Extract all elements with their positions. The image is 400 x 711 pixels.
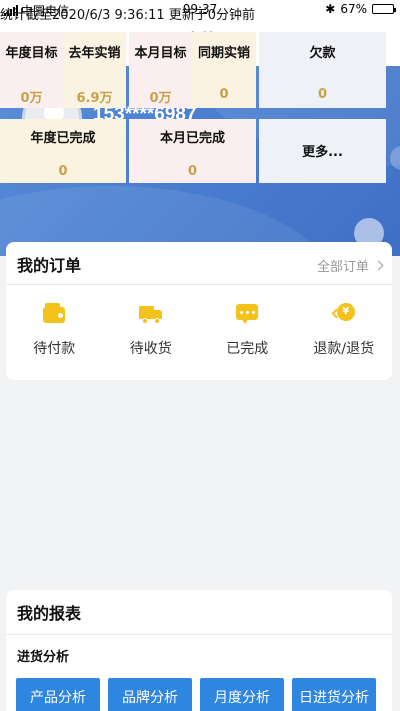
stat-value: 0 <box>58 164 68 179</box>
chevron-right-icon <box>373 260 384 271</box>
stat-value: 0万 <box>149 91 172 106</box>
divider <box>6 284 392 285</box>
daily-purchase-analysis-button[interactable]: 日进货分析 <box>292 678 376 711</box>
product-analysis-button[interactable]: 产品分析 <box>16 678 100 711</box>
stat-title: 本月目标 <box>134 46 187 61</box>
all-orders-label: 全部订单 <box>316 260 369 275</box>
battery-icon <box>372 4 396 14</box>
stat-cell-month-target[interactable]: 本月目标 0万 <box>129 32 192 108</box>
report-card: 我的报表 进货分析 产品分析 品牌分析 月度分析 日进货分析 <box>6 590 392 711</box>
more-stats-button[interactable]: 更多... <box>259 119 386 183</box>
stat-title: 欠款 <box>309 46 336 61</box>
chat-bubble-icon <box>236 302 259 328</box>
stat-title: 年度目标 <box>5 46 58 61</box>
status-right: ✱ 67% <box>325 2 396 16</box>
report-subtitle: 进货分析 <box>17 650 70 665</box>
stat-cell-last-year-sales[interactable]: 去年实销 6.9万 <box>63 32 126 108</box>
stat-title: 本月已完成 <box>159 131 225 146</box>
stat-value: 0 <box>187 164 198 179</box>
refund-icon: ¥ <box>331 302 355 328</box>
stat-value: 6.9万 <box>76 91 113 106</box>
stat-title: 同期实销 <box>197 46 250 61</box>
brand-analysis-button[interactable]: 品牌分析 <box>108 678 192 711</box>
wallet-icon <box>43 302 66 328</box>
stat-value: 0 <box>317 87 328 102</box>
stats-updated-caption: 统计截至2020/6/3 9:36:11 更新于0分钟前 <box>0 8 256 23</box>
divider <box>6 634 392 635</box>
monthly-analysis-button[interactable]: 月度分析 <box>200 678 284 711</box>
report-button-group: 产品分析 品牌分析 月度分析 日进货分析 <box>16 678 376 711</box>
order-status-list: 待付款 待收货 已完成 ¥ 退款/退货 <box>6 294 392 358</box>
stat-cell-annual-completed[interactable]: 年度已完成 0 <box>0 119 126 183</box>
order-item-refund[interactable]: ¥ 退款/退货 <box>296 294 393 358</box>
order-item-pending-payment[interactable]: 待付款 <box>6 294 103 358</box>
order-item-label: 已完成 <box>226 341 269 357</box>
stat-value: 0万 <box>20 91 43 106</box>
report-title: 我的报表 <box>17 604 82 623</box>
more-label: 更多... <box>302 145 343 160</box>
stat-value: 0 <box>219 87 229 102</box>
stat-cell-month-completed[interactable]: 本月已完成 0 <box>129 119 256 183</box>
order-item-pending-receipt[interactable]: 待收货 <box>103 294 200 358</box>
order-item-label: 待收货 <box>129 341 172 357</box>
order-item-label: 退款/退货 <box>313 341 375 357</box>
stat-cell-annual-target[interactable]: 年度目标 0万 <box>0 32 63 108</box>
order-card: 我的订单 全部订单 待付款 待收货 已完成 ¥ 退款/退货 <box>6 242 392 380</box>
all-orders-link[interactable]: 全部订单 <box>316 256 384 275</box>
order-item-completed[interactable]: 已完成 <box>199 294 296 358</box>
battery-label: 67% <box>340 2 367 16</box>
truck-icon <box>138 302 163 328</box>
stat-cell-same-period-sales[interactable]: 同期实销 0 <box>192 32 256 108</box>
order-title: 我的订单 <box>17 256 82 275</box>
bluetooth-icon: ✱ <box>325 2 336 16</box>
order-item-label: 待付款 <box>33 341 76 357</box>
stat-cell-arrears[interactable]: 欠款 0 <box>259 32 386 108</box>
stat-title: 去年实销 <box>68 46 121 61</box>
stat-title: 年度已完成 <box>30 131 96 146</box>
